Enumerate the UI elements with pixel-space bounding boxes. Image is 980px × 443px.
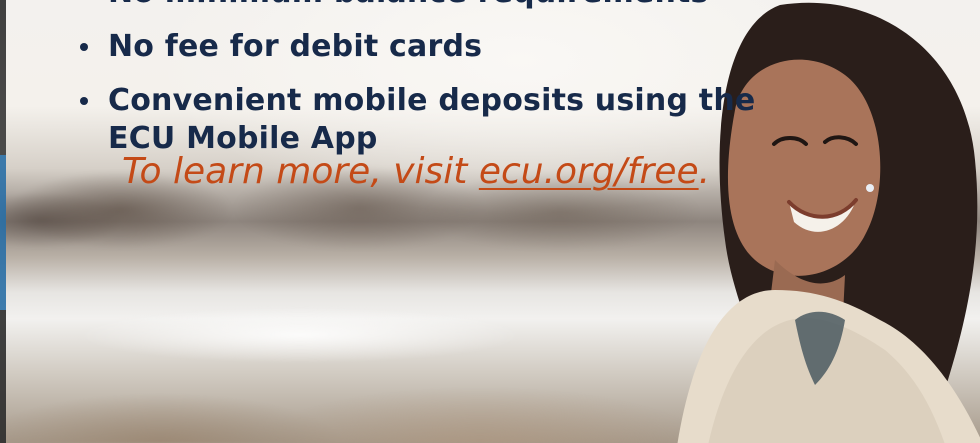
left-edge-strip [0,0,6,443]
bullet-dot [80,97,88,105]
promo-banner: No minimum balance requirements No fee f… [0,0,980,443]
benefit-item: No minimum balance requirements [70,0,770,12]
benefit-text: Convenient mobile deposits using the ECU… [108,83,756,156]
benefit-item: Convenient mobile deposits using the ECU… [70,82,770,158]
learn-more-prefix: To learn more, visit [122,151,479,192]
benefits-list: No minimum balance requirements No fee f… [70,0,770,158]
learn-more-callout: To learn more, visit ecu.org/free. [122,150,710,194]
learn-more-suffix: . [698,151,711,192]
benefit-item: No fee for debit cards [70,28,770,66]
ecu-free-link[interactable]: ecu.org/free [479,151,699,192]
bullet-dot [80,43,88,51]
benefit-text: No minimum balance requirements [108,0,709,10]
promo-text: No minimum balance requirements No fee f… [70,0,770,192]
benefit-text: No fee for debit cards [108,29,483,64]
